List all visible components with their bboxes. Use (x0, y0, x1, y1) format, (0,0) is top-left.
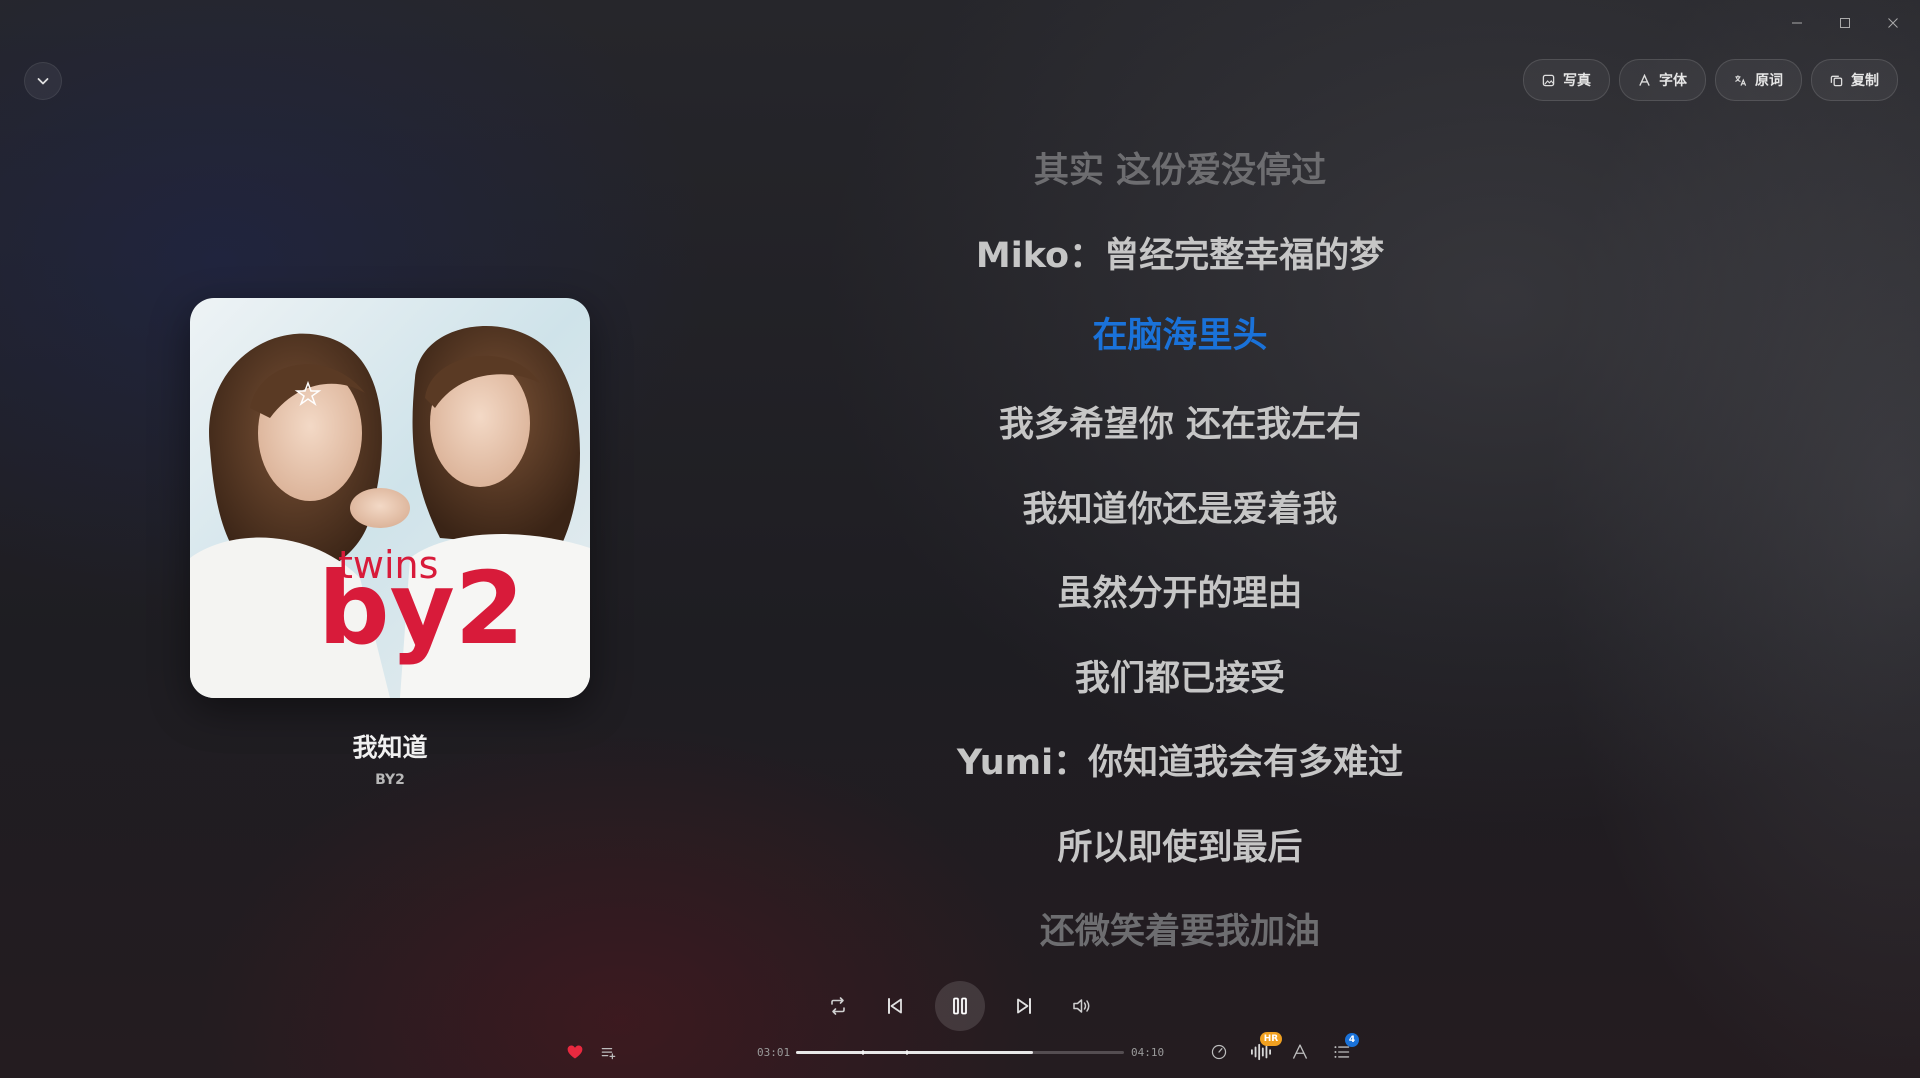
volume-button[interactable] (1069, 993, 1095, 1019)
pause-icon (953, 997, 967, 1015)
close-icon (1888, 18, 1898, 28)
photo-button[interactable]: 写真 (1523, 59, 1610, 101)
song-title: 我知道 (352, 733, 428, 762)
transport-controls (0, 980, 1920, 1031)
previous-button[interactable] (882, 993, 908, 1019)
lyric-line[interactable]: 我们都已接受 (860, 650, 1500, 701)
maximize-button[interactable] (1832, 10, 1858, 36)
hr-badge: HR (1260, 1032, 1282, 1046)
font-icon (1292, 1044, 1308, 1059)
copy-button[interactable]: 复制 (1811, 59, 1898, 101)
total-time: 04:10 (1131, 1046, 1165, 1059)
collapse-player-button[interactable] (24, 62, 62, 100)
queue-count-badge: 4 (1345, 1033, 1359, 1047)
chevron-down-icon (37, 78, 49, 85)
minimize-button[interactable] (1784, 10, 1810, 36)
copy-label: 复制 (1851, 73, 1879, 89)
lyric-line[interactable]: 还微笑着要我加油 (860, 903, 1500, 954)
original-lyrics-label: 原词 (1755, 73, 1783, 89)
playlist-add-icon (601, 1047, 615, 1059)
lyric-line[interactable]: 其实 这份爱没停过 (860, 142, 1500, 193)
original-lyrics-button[interactable]: 原词 (1715, 59, 1802, 101)
lyric-line[interactable]: 我多希望你 还在我左右 (860, 396, 1500, 447)
image-icon (1542, 74, 1555, 86)
lyric-line-active[interactable]: 在脑海里头 (860, 307, 1500, 358)
lyric-line[interactable]: 所以即使到最后 (860, 819, 1500, 870)
sound-quality-button[interactable]: HR (1248, 1032, 1282, 1063)
album-cover[interactable]: twins by2 (190, 298, 590, 698)
volume-icon (1073, 999, 1090, 1013)
album-art-image: twins by2 (190, 298, 590, 698)
pause-button[interactable] (935, 981, 985, 1031)
lyric-line[interactable]: 虽然分开的理由 (860, 565, 1500, 616)
copy-icon (1830, 75, 1843, 86)
skip-next-icon (1017, 998, 1031, 1014)
next-button[interactable] (1011, 993, 1037, 1019)
repeat-icon (831, 997, 845, 1015)
lyric-line[interactable]: 我知道你还是爱着我 (860, 481, 1500, 532)
player-bottom-bar: 03:01 04:10 HR 4 (0, 1032, 1920, 1064)
minimize-icon (1792, 22, 1802, 24)
lyric-line[interactable]: Miko：曾经完整幸福的梦 (860, 227, 1500, 278)
font-icon (1639, 73, 1650, 86)
progress-marker (862, 1050, 864, 1055)
playback-speed-button[interactable] (1208, 1041, 1230, 1063)
progress-bar[interactable] (796, 1050, 1124, 1055)
cover-logo-large: by2 (318, 550, 524, 667)
window-controls (1784, 10, 1906, 36)
repeat-button[interactable] (825, 993, 851, 1019)
play-queue-button[interactable]: 4 (1331, 1033, 1359, 1063)
lyrics-toolbar: 写真 字体 原词 复制 (1523, 59, 1898, 101)
skip-previous-icon (888, 998, 902, 1014)
translate-icon (1735, 74, 1747, 86)
close-button[interactable] (1880, 10, 1906, 36)
heart-icon (567, 1045, 583, 1059)
lyrics-panel: 其实 这份爱没停过 Miko：曾经完整幸福的梦 在脑海里头 我多希望你 还在我左… (860, 0, 1500, 960)
font-button[interactable]: 字体 (1619, 59, 1706, 101)
font-label: 字体 (1659, 73, 1687, 89)
add-to-playlist-button[interactable] (597, 1041, 619, 1063)
maximize-icon (1840, 18, 1850, 28)
song-artist[interactable]: BY2 (190, 772, 590, 788)
current-time: 03:01 (757, 1046, 791, 1059)
progress-marker (906, 1050, 908, 1055)
lyrics-font-button[interactable] (1289, 1041, 1311, 1063)
lyric-line[interactable]: Yumi：你知道我会有多难过 (860, 734, 1500, 785)
speed-icon (1211, 1044, 1227, 1060)
progress-fill (796, 1051, 1034, 1054)
like-button[interactable] (564, 1041, 586, 1063)
photo-label: 写真 (1563, 73, 1591, 89)
